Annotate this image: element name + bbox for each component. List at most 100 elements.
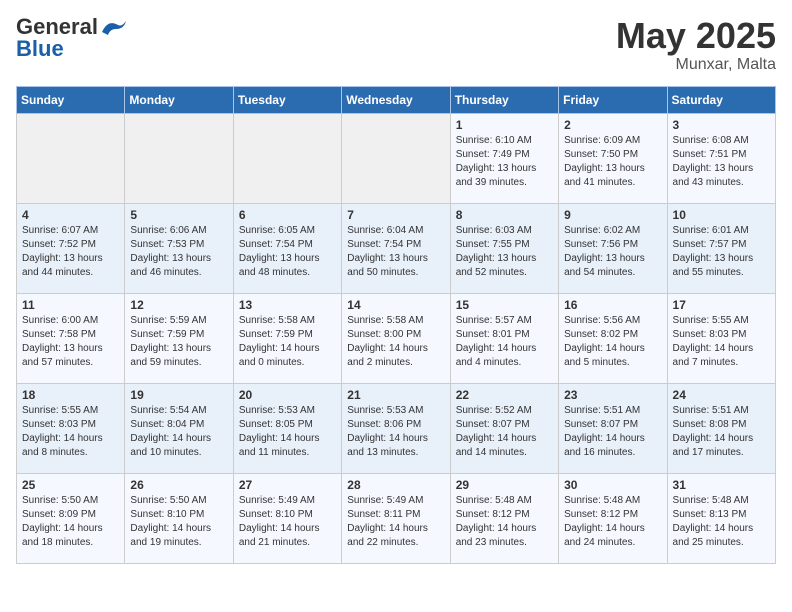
calendar-cell: 19 Sunrise: 5:54 AM Sunset: 8:04 PM Dayli… xyxy=(125,383,233,473)
logo-blue-text: Blue xyxy=(16,38,128,60)
weekday-header: Thursday xyxy=(450,86,558,113)
calendar-week-row: 25Sunrise: 5:50 AM Sunset: 8:09 PM Dayli… xyxy=(17,473,776,563)
day-number: 27 xyxy=(239,478,336,492)
day-info: Sunrise: 5:48 AM Sunset: 8:12 PM Dayligh… xyxy=(456,494,553,550)
calendar-cell: 14Sunrise: 5:58 AM Sunset: 8:00 PM Dayli… xyxy=(342,293,450,383)
weekday-header: Wednesday xyxy=(342,86,450,113)
calendar-cell: 16 Sunrise: 5:56 AM Sunset: 8:02 PM Dayli… xyxy=(559,293,667,383)
month-year-title: May 2025 xyxy=(616,16,776,56)
day-info: Sunrise: 5:59 AM Sunset: 7:59 PM Dayligh… xyxy=(130,314,227,370)
calendar-cell: 11 Sunrise: 6:00 AM Sunset: 7:58 PM Dayli… xyxy=(17,293,125,383)
day-number: 11 xyxy=(22,298,119,312)
day-info: Sunrise: 6:09 AM Sunset: 7:50 PM Dayligh… xyxy=(564,134,661,190)
day-info: Sunrise: 6:02 AM Sunset: 7:56 PM Dayligh… xyxy=(564,224,661,280)
calendar-cell: 13Sunrise: 5:58 AM Sunset: 7:59 PM Dayli… xyxy=(233,293,341,383)
day-info: Sunrise: 5:51 AM Sunset: 8:07 PM Dayligh… xyxy=(564,404,661,460)
day-number: 9 xyxy=(564,208,661,222)
calendar-cell: 24 Sunrise: 5:51 AM Sunset: 8:08 PM Dayli… xyxy=(667,383,775,473)
calendar-cell xyxy=(125,113,233,203)
calendar-cell: 25Sunrise: 5:50 AM Sunset: 8:09 PM Dayli… xyxy=(17,473,125,563)
day-number: 26 xyxy=(130,478,227,492)
day-number: 3 xyxy=(673,118,770,132)
day-number: 19 xyxy=(130,388,227,402)
day-info: Sunrise: 5:55 AM Sunset: 8:03 PM Dayligh… xyxy=(673,314,770,370)
calendar-cell: 17 Sunrise: 5:55 AM Sunset: 8:03 PM Dayli… xyxy=(667,293,775,383)
logo-general-text: General xyxy=(16,16,98,38)
day-info: Sunrise: 6:06 AM Sunset: 7:53 PM Dayligh… xyxy=(130,224,227,280)
calendar-cell: 3 Sunrise: 6:08 AM Sunset: 7:51 PM Daylig… xyxy=(667,113,775,203)
weekday-header: Sunday xyxy=(17,86,125,113)
calendar-cell: 31Sunrise: 5:48 AM Sunset: 8:13 PM Dayli… xyxy=(667,473,775,563)
calendar-week-row: 1 Sunrise: 6:10 AM Sunset: 7:49 PM Daylig… xyxy=(17,113,776,203)
day-number: 15 xyxy=(456,298,553,312)
logo: General Blue xyxy=(16,16,128,60)
calendar-cell: 12 Sunrise: 5:59 AM Sunset: 7:59 PM Dayli… xyxy=(125,293,233,383)
day-info: Sunrise: 6:07 AM Sunset: 7:52 PM Dayligh… xyxy=(22,224,119,280)
calendar-cell xyxy=(17,113,125,203)
day-info: Sunrise: 5:48 AM Sunset: 8:13 PM Dayligh… xyxy=(673,494,770,550)
day-info: Sunrise: 5:51 AM Sunset: 8:08 PM Dayligh… xyxy=(673,404,770,460)
calendar-cell xyxy=(342,113,450,203)
day-number: 23 xyxy=(564,388,661,402)
day-number: 24 xyxy=(673,388,770,402)
calendar-cell: 6 Sunrise: 6:05 AM Sunset: 7:54 PM Daylig… xyxy=(233,203,341,293)
day-number: 21 xyxy=(347,388,444,402)
day-number: 17 xyxy=(673,298,770,312)
day-number: 5 xyxy=(130,208,227,222)
day-number: 8 xyxy=(456,208,553,222)
calendar-cell: 15Sunrise: 5:57 AM Sunset: 8:01 PM Dayli… xyxy=(450,293,558,383)
day-info: Sunrise: 5:50 AM Sunset: 8:10 PM Dayligh… xyxy=(130,494,227,550)
calendar-cell: 2Sunrise: 6:09 AM Sunset: 7:50 PM Daylig… xyxy=(559,113,667,203)
day-number: 18 xyxy=(22,388,119,402)
day-number: 30 xyxy=(564,478,661,492)
day-info: Sunrise: 6:00 AM Sunset: 7:58 PM Dayligh… xyxy=(22,314,119,370)
calendar-cell: 26 Sunrise: 5:50 AM Sunset: 8:10 PM Dayli… xyxy=(125,473,233,563)
calendar-cell: 8 Sunrise: 6:03 AM Sunset: 7:55 PM Daylig… xyxy=(450,203,558,293)
calendar-cell: 7Sunrise: 6:04 AM Sunset: 7:54 PM Daylig… xyxy=(342,203,450,293)
day-info: Sunrise: 6:08 AM Sunset: 7:51 PM Dayligh… xyxy=(673,134,770,190)
day-info: Sunrise: 5:53 AM Sunset: 8:06 PM Dayligh… xyxy=(347,404,444,460)
day-info: Sunrise: 5:56 AM Sunset: 8:02 PM Dayligh… xyxy=(564,314,661,370)
calendar-cell: 23 Sunrise: 5:51 AM Sunset: 8:07 PM Dayli… xyxy=(559,383,667,473)
location-subtitle: Munxar, Malta xyxy=(616,56,776,74)
day-info: Sunrise: 5:48 AM Sunset: 8:12 PM Dayligh… xyxy=(564,494,661,550)
calendar-cell: 27 Sunrise: 5:49 AM Sunset: 8:10 PM Dayli… xyxy=(233,473,341,563)
calendar-week-row: 18 Sunrise: 5:55 AM Sunset: 8:03 PM Dayli… xyxy=(17,383,776,473)
calendar-cell: 30 Sunrise: 5:48 AM Sunset: 8:12 PM Dayli… xyxy=(559,473,667,563)
day-number: 20 xyxy=(239,388,336,402)
day-number: 16 xyxy=(564,298,661,312)
calendar-cell: 9 Sunrise: 6:02 AM Sunset: 7:56 PM Daylig… xyxy=(559,203,667,293)
calendar-cell: 28Sunrise: 5:49 AM Sunset: 8:11 PM Dayli… xyxy=(342,473,450,563)
day-info: Sunrise: 5:53 AM Sunset: 8:05 PM Dayligh… xyxy=(239,404,336,460)
day-number: 1 xyxy=(456,118,553,132)
calendar-cell: 22Sunrise: 5:52 AM Sunset: 8:07 PM Dayli… xyxy=(450,383,558,473)
day-info: Sunrise: 6:05 AM Sunset: 7:54 PM Dayligh… xyxy=(239,224,336,280)
day-info: Sunrise: 5:49 AM Sunset: 8:10 PM Dayligh… xyxy=(239,494,336,550)
calendar-cell: 29 Sunrise: 5:48 AM Sunset: 8:12 PM Dayli… xyxy=(450,473,558,563)
calendar-cell: 20 Sunrise: 5:53 AM Sunset: 8:05 PM Dayli… xyxy=(233,383,341,473)
calendar-cell: 18 Sunrise: 5:55 AM Sunset: 8:03 PM Dayli… xyxy=(17,383,125,473)
calendar-cell: 5 Sunrise: 6:06 AM Sunset: 7:53 PM Daylig… xyxy=(125,203,233,293)
calendar-cell: 21 Sunrise: 5:53 AM Sunset: 8:06 PM Dayli… xyxy=(342,383,450,473)
calendar-cell: 1 Sunrise: 6:10 AM Sunset: 7:49 PM Daylig… xyxy=(450,113,558,203)
day-number: 14 xyxy=(347,298,444,312)
day-number: 28 xyxy=(347,478,444,492)
day-info: Sunrise: 5:55 AM Sunset: 8:03 PM Dayligh… xyxy=(22,404,119,460)
day-number: 25 xyxy=(22,478,119,492)
day-info: Sunrise: 6:01 AM Sunset: 7:57 PM Dayligh… xyxy=(673,224,770,280)
day-info: Sunrise: 6:03 AM Sunset: 7:55 PM Dayligh… xyxy=(456,224,553,280)
day-number: 10 xyxy=(673,208,770,222)
calendar-cell: 4 Sunrise: 6:07 AM Sunset: 7:52 PM Daylig… xyxy=(17,203,125,293)
logo-bird-icon xyxy=(100,17,128,37)
day-number: 29 xyxy=(456,478,553,492)
calendar-week-row: 11 Sunrise: 6:00 AM Sunset: 7:58 PM Dayli… xyxy=(17,293,776,383)
day-number: 4 xyxy=(22,208,119,222)
day-info: Sunrise: 5:54 AM Sunset: 8:04 PM Dayligh… xyxy=(130,404,227,460)
day-number: 13 xyxy=(239,298,336,312)
weekday-header: Tuesday xyxy=(233,86,341,113)
day-info: Sunrise: 6:10 AM Sunset: 7:49 PM Dayligh… xyxy=(456,134,553,190)
day-number: 12 xyxy=(130,298,227,312)
weekday-header: Monday xyxy=(125,86,233,113)
day-number: 6 xyxy=(239,208,336,222)
weekday-header: Saturday xyxy=(667,86,775,113)
